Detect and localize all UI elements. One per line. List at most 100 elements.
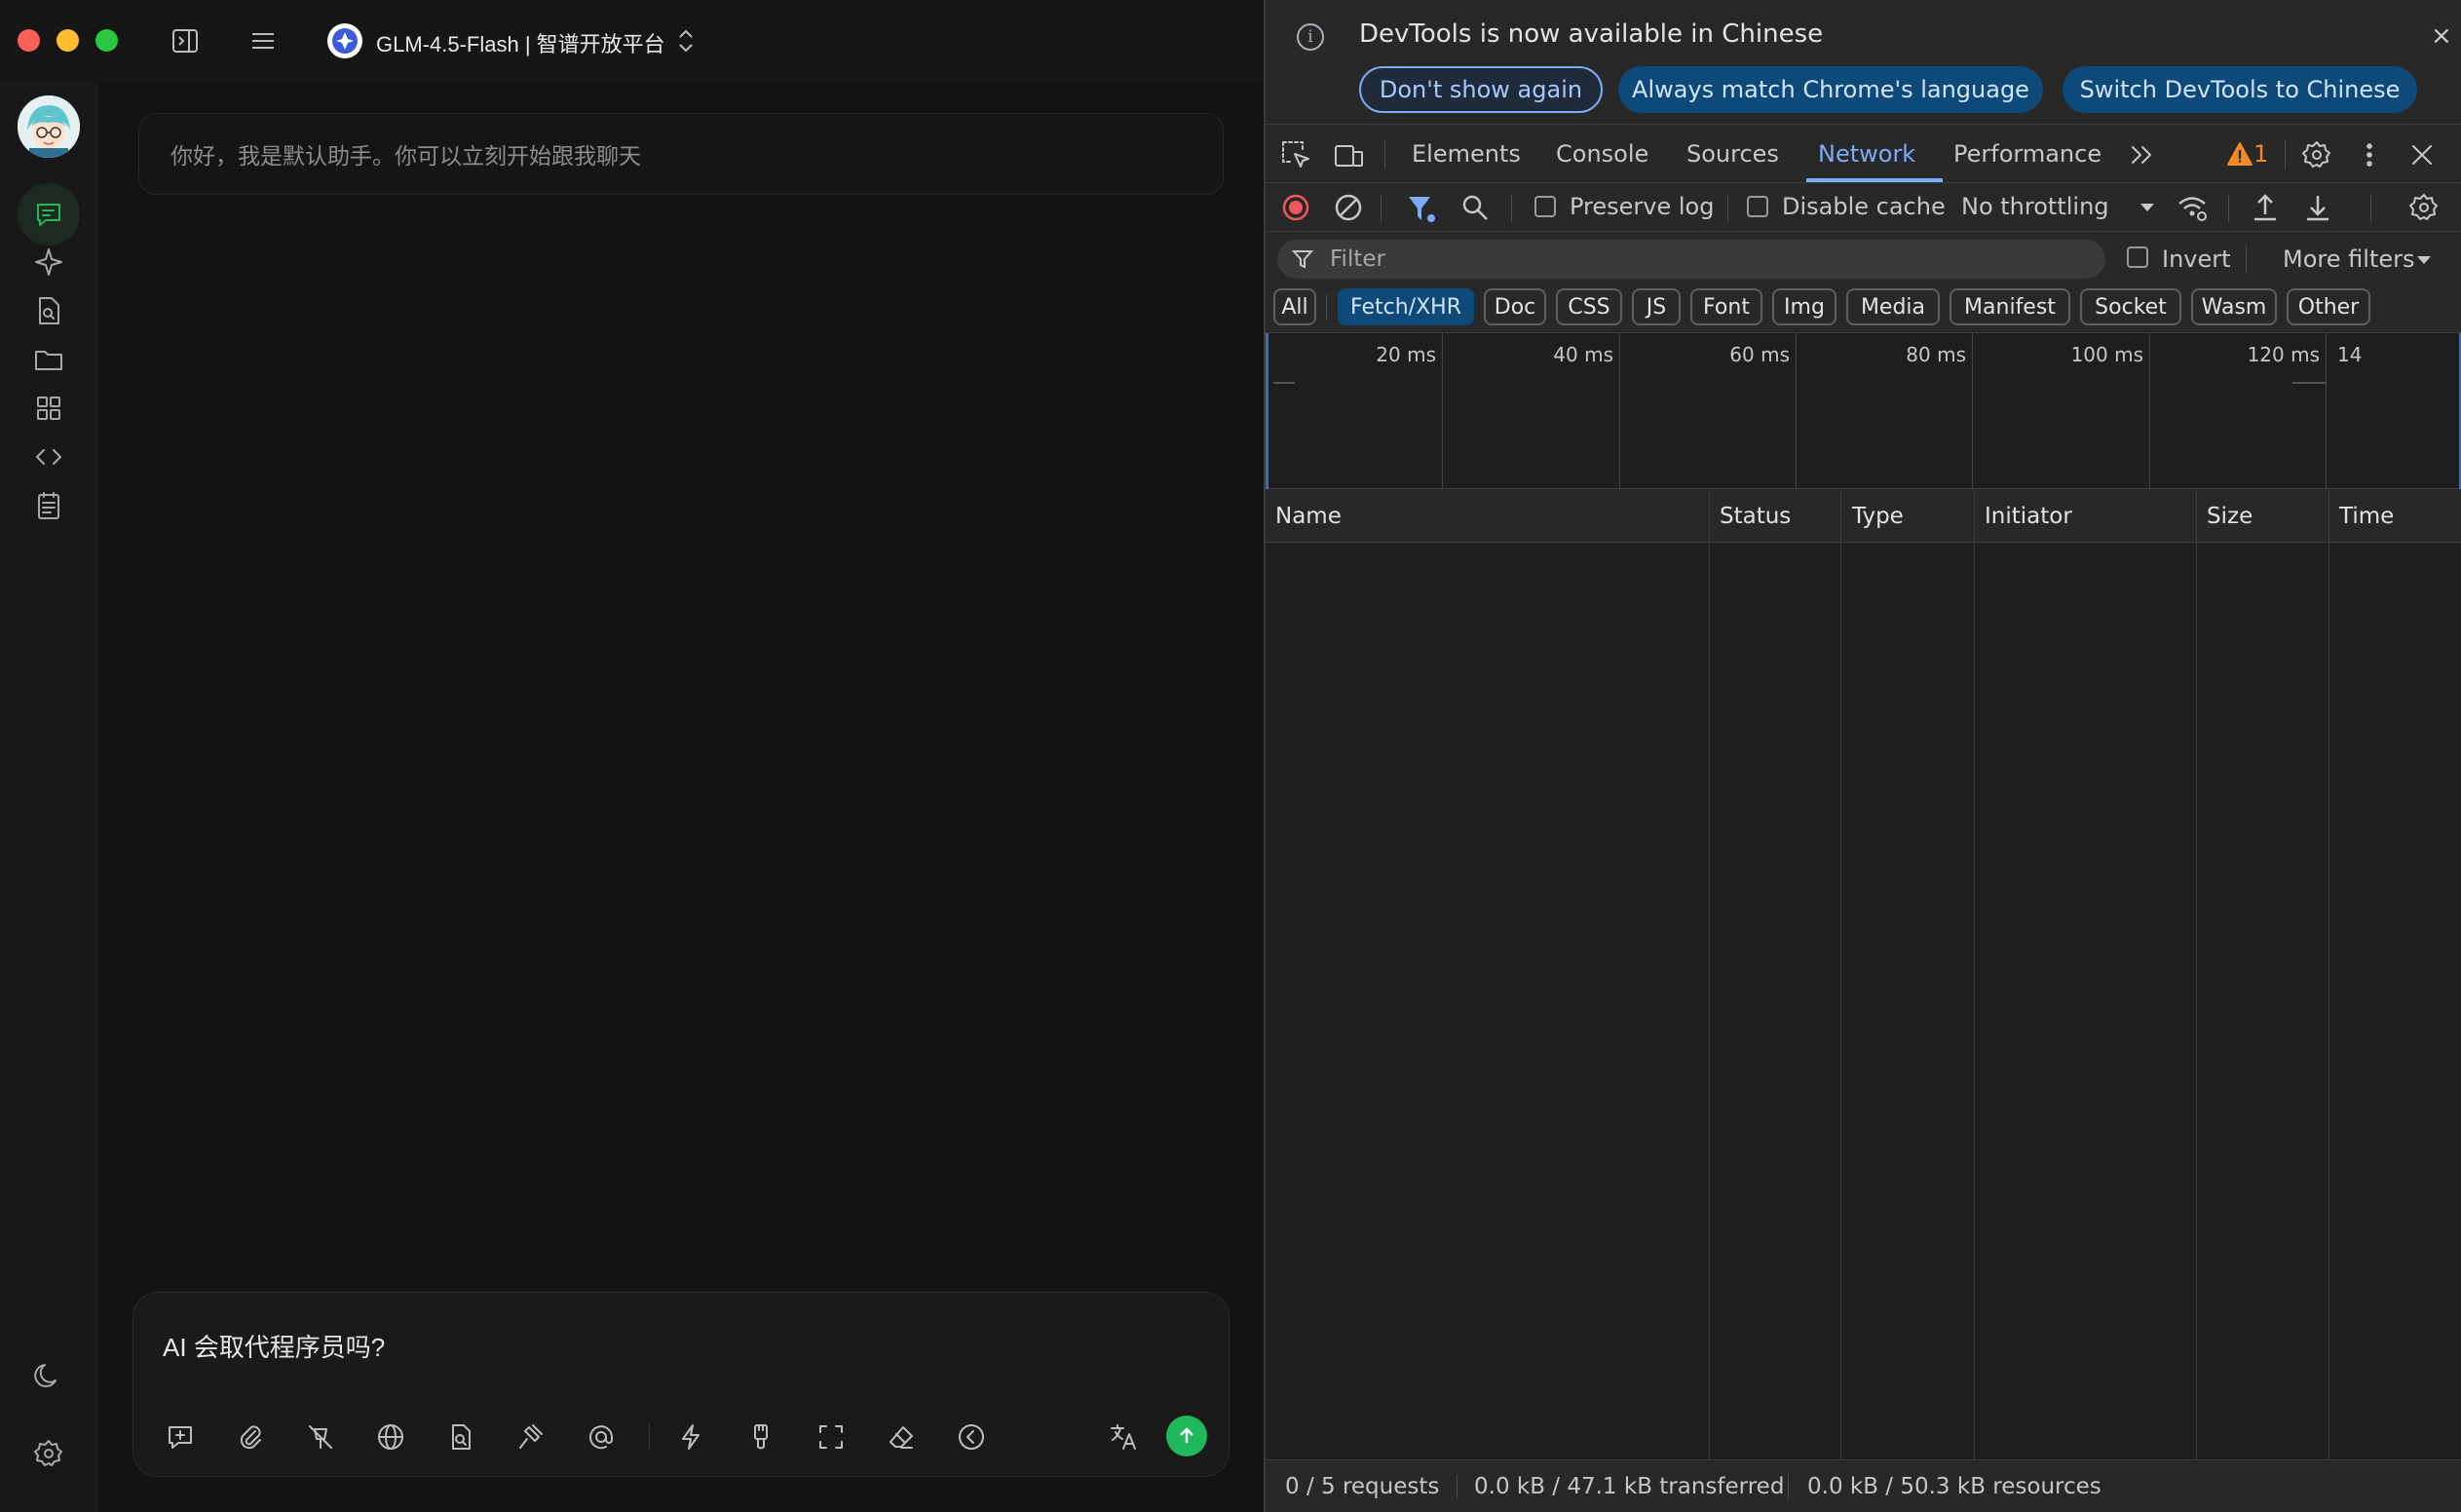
globe-icon[interactable] <box>369 1416 412 1458</box>
network-overview-timeline[interactable]: 20 ms 40 ms 60 ms 80 ms 100 ms 120 ms 14 <box>1266 333 2461 489</box>
separator <box>2246 246 2247 273</box>
network-toolbar: Preserve log Disable cache No throttling <box>1266 183 2461 232</box>
type-chip-img[interactable]: Img <box>1772 288 1836 325</box>
column-divider[interactable] <box>2328 490 2329 543</box>
column-divider[interactable] <box>1974 490 1975 543</box>
paperclip-icon[interactable] <box>229 1416 272 1458</box>
kebab-menu-icon[interactable] <box>2353 138 2386 171</box>
type-chip-font[interactable]: Font <box>1690 288 1762 325</box>
assistant-greeting: 你好，我是默认助手。你可以立刻开始跟我聊天 <box>138 113 1224 195</box>
hammer-icon[interactable] <box>510 1416 552 1458</box>
lightning-icon[interactable] <box>669 1416 712 1458</box>
translate-icon[interactable] <box>1102 1416 1145 1458</box>
more-filters-dropdown[interactable]: More filters <box>2283 246 2414 273</box>
title-bar: GLM-4.5-Flash | 智谱开放平台 <box>0 0 1263 82</box>
always-match-language-button[interactable]: Always match Chrome's language <box>1618 66 2043 113</box>
settings-button[interactable] <box>18 1422 80 1485</box>
knowledge-file-icon[interactable] <box>439 1416 482 1458</box>
theme-toggle[interactable] <box>18 1344 80 1407</box>
type-chip-all[interactable]: All <box>1273 288 1316 325</box>
column-type[interactable]: Type <box>1852 504 1904 529</box>
tab-sources[interactable]: Sources <box>1686 140 1779 168</box>
record-stop-icon[interactable] <box>1281 193 1310 222</box>
clear-icon[interactable] <box>1334 193 1363 222</box>
tab-performance[interactable]: Performance <box>1953 140 2101 168</box>
column-name[interactable]: Name <box>1275 504 1342 529</box>
model-logo-icon[interactable] <box>327 23 362 58</box>
network-conditions-icon[interactable] <box>2176 191 2209 224</box>
collapse-icon[interactable] <box>950 1416 993 1458</box>
minimize-window-button[interactable] <box>57 29 79 52</box>
disable-cache-checkbox[interactable] <box>1747 196 1768 217</box>
no-mention-icon[interactable] <box>299 1416 342 1458</box>
chevron-updown-icon[interactable] <box>674 25 698 57</box>
warning-count[interactable]: 1 <box>2253 140 2268 168</box>
at-icon[interactable] <box>580 1416 623 1458</box>
dropdown-caret-icon[interactable] <box>2139 201 2156 214</box>
type-chip-fetch-xhr[interactable]: Fetch/XHR <box>1338 288 1474 325</box>
type-chip-socket[interactable]: Socket <box>2080 288 2181 325</box>
type-chip-js[interactable]: JS <box>1632 288 1681 325</box>
search-icon[interactable] <box>1460 193 1490 222</box>
timeline-handle-left[interactable] <box>1266 333 1268 489</box>
eraser-icon[interactable] <box>880 1416 923 1458</box>
avatar[interactable] <box>18 95 80 158</box>
type-chip-doc[interactable]: Doc <box>1484 288 1546 325</box>
menu-icon[interactable] <box>244 21 283 60</box>
tab-console[interactable]: Console <box>1556 140 1648 168</box>
settings-gear-icon[interactable] <box>2300 138 2333 171</box>
close-infobar-button[interactable]: × <box>2431 21 2452 51</box>
timeline-label: 14 <box>2337 343 2363 366</box>
column-initiator[interactable]: Initiator <box>1985 504 2072 529</box>
close-devtools-icon[interactable] <box>2405 138 2439 171</box>
sidebar-item-notes[interactable] <box>18 474 80 537</box>
toggle-sidebar-icon[interactable] <box>166 21 205 60</box>
filter-input[interactable] <box>1277 240 2105 279</box>
type-chip-css[interactable]: CSS <box>1556 288 1622 325</box>
inspect-element-icon[interactable] <box>1279 138 1312 171</box>
invert-checkbox[interactable] <box>2127 246 2148 268</box>
import-har-icon[interactable] <box>2250 191 2281 224</box>
maximize-window-button[interactable] <box>95 29 118 52</box>
close-window-button[interactable] <box>18 29 40 52</box>
new-topic-icon[interactable] <box>159 1416 202 1458</box>
throttling-select[interactable]: No throttling <box>1961 193 2109 220</box>
chat-app: GLM-4.5-Flash | 智谱开放平台 你好，我是默认助手。你可以立刻开始… <box>0 0 1263 1512</box>
export-har-icon[interactable] <box>2302 191 2333 224</box>
filter-funnel-icon <box>1291 250 1314 269</box>
type-chip-manifest[interactable]: Manifest <box>1950 288 2070 325</box>
preserve-log-label: Preserve log <box>1570 193 1715 220</box>
switch-to-chinese-button[interactable]: Switch DevTools to Chinese <box>2063 66 2417 113</box>
type-chip-media[interactable]: Media <box>1846 288 1940 325</box>
separator <box>1788 1474 1789 1499</box>
brush-icon[interactable] <box>739 1416 782 1458</box>
separator <box>1381 195 1382 222</box>
column-time[interactable]: Time <box>2339 504 2394 529</box>
column-size[interactable]: Size <box>2207 504 2253 529</box>
warning-icon[interactable] <box>2226 140 2253 168</box>
device-toolbar-icon[interactable] <box>1332 138 1365 171</box>
column-divider[interactable] <box>1840 490 1841 543</box>
message-composer[interactable]: AI 会取代程序员吗? <box>133 1292 1230 1477</box>
type-chip-wasm[interactable]: Wasm <box>2191 288 2277 325</box>
fullscreen-icon[interactable] <box>810 1416 852 1458</box>
model-selector[interactable]: GLM-4.5-Flash | 智谱开放平台 <box>376 27 665 58</box>
network-settings-gear-icon[interactable] <box>2407 191 2441 224</box>
preserve-log-checkbox[interactable] <box>1534 196 1556 217</box>
dont-show-again-button[interactable]: Don't show again <box>1359 66 1603 113</box>
arrow-up-icon <box>1180 1427 1193 1443</box>
composer-input[interactable]: AI 会取代程序员吗? <box>163 1328 385 1364</box>
sparkle-icon <box>35 248 62 276</box>
filter-placeholder: Filter <box>1330 246 1385 272</box>
chat-icon <box>37 204 60 226</box>
tab-network[interactable]: Network <box>1818 140 1915 168</box>
dropdown-caret-icon[interactable] <box>2415 253 2433 267</box>
send-button[interactable] <box>1166 1416 1207 1456</box>
column-status[interactable]: Status <box>1720 504 1791 529</box>
tab-elements[interactable]: Elements <box>1412 140 1521 168</box>
type-chip-other[interactable]: Other <box>2287 288 2370 325</box>
filter-icon[interactable] <box>1406 193 1437 224</box>
column-divider[interactable] <box>1709 490 1710 543</box>
column-divider[interactable] <box>2196 490 2197 543</box>
more-tabs-icon[interactable] <box>2125 138 2158 171</box>
